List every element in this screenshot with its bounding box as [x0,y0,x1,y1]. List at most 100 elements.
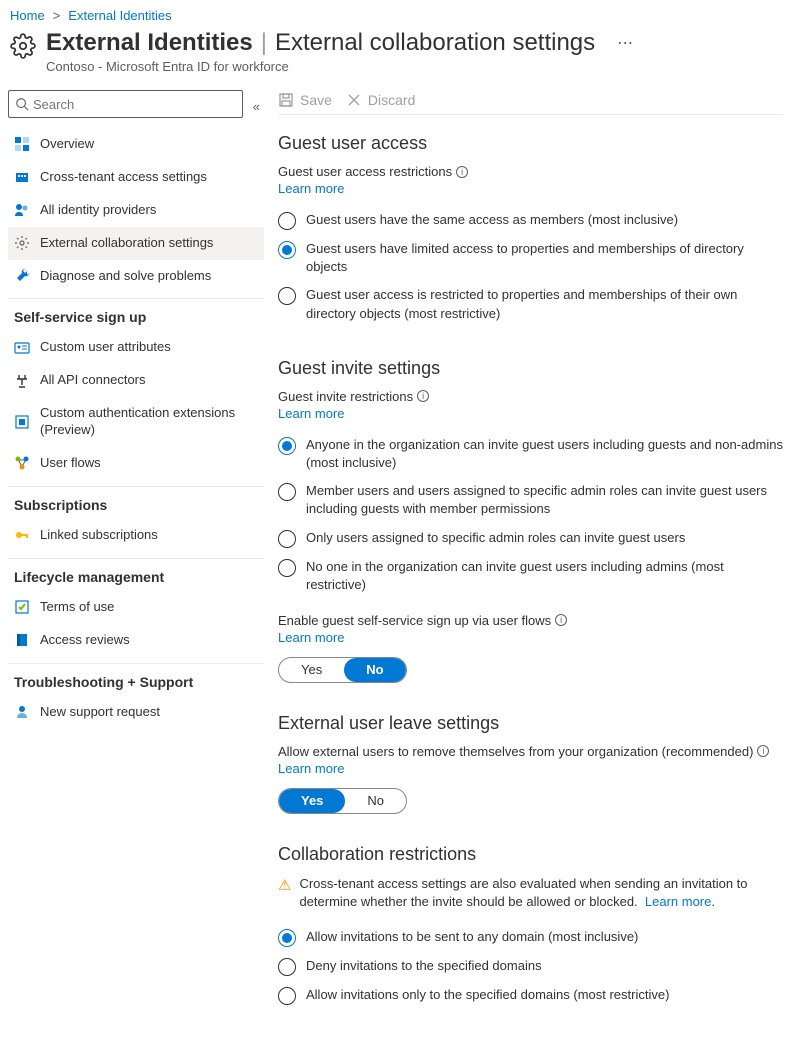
warning-message: ⚠ Cross-tenant access settings are also … [278,875,783,911]
radio-label: Deny invitations to the specified domain… [306,957,542,975]
sidebar-item-label: Cross-tenant access settings [40,169,207,186]
toggle-yes[interactable]: Yes [279,789,345,813]
field-label: Allow external users to remove themselve… [278,744,783,759]
radio-guest-same-access[interactable]: Guest users have the same access as memb… [278,206,783,235]
sidebar-item-label: Custom user attributes [40,339,171,356]
sidebar-item-collab-settings[interactable]: External collaboration settings [8,227,264,260]
section-title: Collaboration restrictions [278,844,783,865]
learn-more-link[interactable]: Learn more [278,406,344,421]
radio-invite-members[interactable]: Member users and users assigned to speci… [278,477,783,523]
sidebar-item-label: All identity providers [40,202,156,219]
book-icon [14,632,30,648]
overview-icon [14,136,30,152]
breadcrumb-page[interactable]: External Identities [68,8,171,23]
sidebar-item-label: Terms of use [40,599,114,616]
sidebar-item-custom-attributes[interactable]: Custom user attributes [8,331,264,364]
discard-button[interactable]: Discard [346,92,415,108]
save-label: Save [300,92,332,108]
sidebar-item-label: Diagnose and solve problems [40,268,211,285]
sidebar-item-user-flows[interactable]: User flows [8,447,264,480]
radio-icon [278,958,296,976]
section-guest-invite: Guest invite settings Guest invite restr… [278,358,783,683]
discard-icon [346,92,362,108]
sidebar-item-label: Linked subscriptions [40,527,158,544]
main-content: Save Discard Guest user access Guest use… [268,84,793,1060]
info-icon[interactable]: i [456,166,468,178]
gear-icon [10,33,36,59]
radio-label: Guest users have limited access to prope… [306,240,783,276]
toggle-no[interactable]: No [344,658,405,682]
learn-more-link[interactable]: Learn more [278,761,344,776]
learn-more-link[interactable]: Learn more [278,181,344,196]
radio-invite-anyone[interactable]: Anyone in the organization can invite gu… [278,431,783,477]
sidebar-item-cross-tenant[interactable]: Cross-tenant access settings [8,161,264,194]
radio-label: Guest user access is restricted to prope… [306,286,783,322]
radio-icon [278,929,296,947]
key-icon [14,527,30,543]
sidebar-item-api-connectors[interactable]: All API connectors [8,364,264,397]
tenant-icon [14,169,30,185]
title-divider: | [255,29,273,57]
save-button[interactable]: Save [278,92,332,108]
search-input[interactable] [29,97,236,112]
radio-icon [278,483,296,501]
users-icon [14,202,30,218]
section-title: External user leave settings [278,713,783,734]
save-icon [278,92,294,108]
sidebar-item-label: Access reviews [40,632,130,649]
sidebar-item-access-reviews[interactable]: Access reviews [8,624,264,657]
collapse-sidebar-icon[interactable]: « [249,95,264,118]
flow-icon [14,455,30,471]
gear-small-icon [14,235,30,251]
toggle-no[interactable]: No [345,789,406,813]
field-label: Enable guest self-service sign up via us… [278,613,783,628]
sidebar-item-label: New support request [40,704,160,721]
radio-label: No one in the organization can invite gu… [306,558,783,594]
radio-guest-restricted[interactable]: Guest user access is restricted to prope… [278,281,783,327]
connector-icon [14,373,30,389]
warning-icon: ⚠ [278,875,291,896]
toggle-yes[interactable]: Yes [279,658,344,682]
info-icon[interactable]: i [757,745,769,757]
radio-invite-noone[interactable]: No one in the organization can invite gu… [278,553,783,599]
radio-guest-limited[interactable]: Guest users have limited access to prope… [278,235,783,281]
sidebar-item-support[interactable]: New support request [8,696,264,729]
breadcrumb: Home > External Identities [0,0,793,27]
info-icon[interactable]: i [555,614,567,626]
section-title: Guest user access [278,133,783,154]
breadcrumb-home[interactable]: Home [10,8,45,23]
sidebar-section-lifecycle: Lifecycle management [8,558,264,591]
learn-more-link[interactable]: Learn more [645,894,711,909]
sidebar-item-custom-auth[interactable]: Custom authentication extensions (Previe… [8,397,264,447]
page-title: External Identities | External collabora… [46,29,633,57]
radio-label: Guest users have the same access as memb… [306,211,678,229]
search-icon [15,97,29,111]
more-icon[interactable]: ⋯ [617,33,633,53]
sidebar-item-providers[interactable]: All identity providers [8,194,264,227]
section-user-leave: External user leave settings Allow exter… [278,713,783,814]
radio-collab-allow-only[interactable]: Allow invitations only to the specified … [278,981,783,1010]
sidebar-item-linked-subs[interactable]: Linked subscriptions [8,519,264,552]
sidebar-item-terms[interactable]: Terms of use [8,591,264,624]
toolbar: Save Discard [278,84,783,115]
info-icon[interactable]: i [417,390,429,402]
sidebar-section-selfservice: Self-service sign up [8,298,264,331]
card-icon [14,340,30,356]
radio-invite-admins[interactable]: Only users assigned to specific admin ro… [278,524,783,553]
toggle-user-leave[interactable]: Yes No [278,788,407,814]
radio-icon [278,241,296,259]
radio-icon [278,437,296,455]
radio-collab-deny[interactable]: Deny invitations to the specified domain… [278,952,783,981]
sidebar-item-overview[interactable]: Overview [8,128,264,161]
search-input-wrapper[interactable] [8,90,243,118]
toggle-self-service[interactable]: Yes No [278,657,407,683]
sidebar-section-subscriptions: Subscriptions [8,486,264,519]
radio-label: Only users assigned to specific admin ro… [306,529,685,547]
sidebar-item-diagnose[interactable]: Diagnose and solve problems [8,260,264,293]
sidebar-item-label: User flows [40,455,101,472]
radio-label: Anyone in the organization can invite gu… [306,436,783,472]
learn-more-link[interactable]: Learn more [278,630,344,645]
sidebar-section-troubleshoot: Troubleshooting + Support [8,663,264,696]
radio-collab-allow-any[interactable]: Allow invitations to be sent to any doma… [278,923,783,952]
breadcrumb-chevron-icon: > [49,8,65,23]
